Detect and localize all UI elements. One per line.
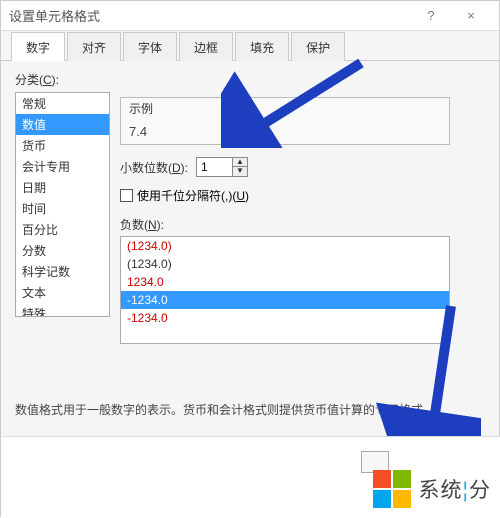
spinner-buttons: ▲ ▼	[232, 158, 247, 176]
category-item-general[interactable]: 常规	[16, 93, 109, 114]
thousands-separator-row: 使用千位分隔符(,)(U)	[120, 187, 485, 204]
format-cells-dialog: 设置单元格格式 ? × 数字 对齐 字体 边框 填充 保护 分类(C): 常规 …	[0, 0, 500, 517]
category-item-special[interactable]: 特殊	[16, 303, 109, 317]
negative-item[interactable]: (1234.0)	[121, 255, 449, 273]
watermark-text: 系统¦分	[419, 474, 491, 504]
dialog-title: 设置单元格格式	[9, 6, 411, 25]
negative-item[interactable]: 1234.0	[121, 273, 449, 291]
close-button[interactable]: ×	[451, 2, 491, 30]
spinner-down-icon[interactable]: ▼	[233, 167, 247, 176]
category-item-fraction[interactable]: 分数	[16, 240, 109, 261]
example-label: 示例	[129, 100, 153, 117]
format-description: 数值格式用于一般数字的表示。货币和会计格式则提供货币值计算的专用格式。	[15, 401, 475, 418]
negative-item[interactable]: -1234.0	[121, 309, 449, 327]
category-listbox[interactable]: 常规 数值 货币 会计专用 日期 时间 百分比 分数 科学记数 文本 特殊 自定…	[15, 92, 110, 317]
watermark: 系统¦分	[373, 470, 491, 508]
decimal-places-spinner[interactable]: ▲ ▼	[196, 157, 248, 177]
tab-bar: 数字 对齐 字体 边框 填充 保护	[1, 31, 499, 61]
negative-item[interactable]: -1234.0	[121, 291, 449, 309]
category-item-currency[interactable]: 货币	[16, 135, 109, 156]
thousands-separator-label: 使用千位分隔符(,)(U)	[137, 187, 249, 204]
negative-numbers-label: 负数(N):	[120, 216, 485, 233]
example-value: 7.4	[129, 124, 441, 139]
category-item-scientific[interactable]: 科学记数	[16, 261, 109, 282]
category-label: 分类(C):	[15, 71, 485, 88]
tab-alignment[interactable]: 对齐	[67, 32, 121, 61]
tab-border[interactable]: 边框	[179, 32, 233, 61]
tab-protection[interactable]: 保护	[291, 32, 345, 61]
number-options-panel: 示例 7.4 小数位数(D): ▲ ▼ 使用千位分隔符(,)(U	[120, 92, 485, 344]
tab-number[interactable]: 数字	[11, 32, 65, 61]
category-item-number[interactable]: 数值	[16, 114, 109, 135]
category-item-percentage[interactable]: 百分比	[16, 219, 109, 240]
tab-font[interactable]: 字体	[123, 32, 177, 61]
example-box: 示例 7.4	[120, 97, 450, 145]
tab-fill[interactable]: 填充	[235, 32, 289, 61]
decimal-places-input[interactable]	[197, 158, 232, 176]
category-item-text[interactable]: 文本	[16, 282, 109, 303]
negative-item[interactable]: (1234.0)	[121, 237, 449, 255]
decimal-places-row: 小数位数(D): ▲ ▼	[120, 157, 485, 177]
decimal-places-label: 小数位数(D):	[120, 159, 188, 176]
category-item-accounting[interactable]: 会计专用	[16, 156, 109, 177]
help-button[interactable]: ?	[411, 2, 451, 30]
thousands-separator-checkbox[interactable]	[120, 189, 133, 202]
category-item-date[interactable]: 日期	[16, 177, 109, 198]
microsoft-logo-icon	[373, 470, 411, 508]
category-item-time[interactable]: 时间	[16, 198, 109, 219]
titlebar: 设置单元格格式 ? ×	[1, 1, 499, 31]
negative-numbers-listbox[interactable]: (1234.0) (1234.0) 1234.0 -1234.0 -1234.0	[120, 236, 450, 344]
